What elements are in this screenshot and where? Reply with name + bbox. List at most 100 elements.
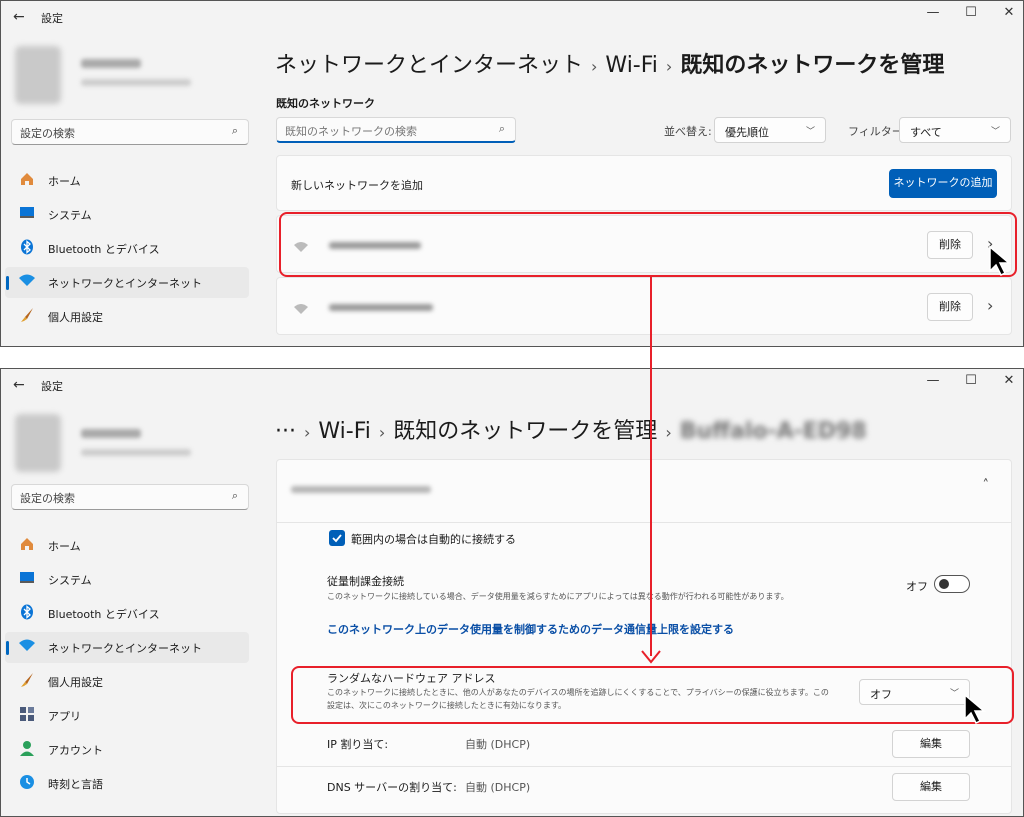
app-title: 設定 xyxy=(41,12,63,25)
minimize-button[interactable]: — xyxy=(923,5,943,20)
sidebar-item-bluetooth[interactable]: Bluetooth とデバイス xyxy=(5,598,249,629)
metered-description: このネットワークに接続している場合、データ使用量を減らすためにアプリによっては異… xyxy=(327,592,789,601)
add-network-button[interactable]: ネットワークの追加 xyxy=(889,169,997,198)
chevron-up-icon[interactable]: ˄ xyxy=(983,478,990,493)
sidebar-item-label: システム xyxy=(48,574,92,587)
clock-icon xyxy=(18,774,36,792)
profile-email xyxy=(81,449,191,456)
ip-value: 自動 (DHCP) xyxy=(465,738,531,751)
sidebar-item-label: Bluetooth とデバイス xyxy=(48,608,160,621)
chevron-right-icon[interactable]: › xyxy=(987,296,993,315)
network-properties-card: ˄ 範囲内の場合は自動的に接続する 従量制課金接続 このネットワークに接続してい… xyxy=(276,459,1012,814)
sidebar-item-label: ホーム xyxy=(48,175,81,188)
network-row[interactable]: 削除 › xyxy=(276,277,1012,335)
selection-indicator xyxy=(6,641,9,655)
settings-search-input[interactable]: 設定の検索 ⌕ xyxy=(11,119,249,145)
close-button[interactable]: ✕ xyxy=(999,373,1019,388)
back-button[interactable]: ← xyxy=(13,9,25,25)
sidebar-item-label: ネットワークとインターネット xyxy=(48,277,202,290)
sidebar-item-system[interactable]: システム xyxy=(5,564,249,595)
system-icon xyxy=(18,205,36,223)
avatar xyxy=(15,46,61,104)
sidebar-item-system[interactable]: システム xyxy=(5,199,249,230)
breadcrumb-known-networks[interactable]: 既知のネットワークを管理 xyxy=(393,419,657,444)
sidebar-item-time-language[interactable]: 時刻と言語 xyxy=(5,768,249,799)
app-title: 設定 xyxy=(41,380,63,393)
section-title: 既知のネットワーク xyxy=(276,97,375,110)
sidebar-item-home[interactable]: ホーム xyxy=(5,530,249,561)
breadcrumb-network[interactable]: ネットワークとインターネット xyxy=(275,53,583,78)
data-limit-link[interactable]: このネットワーク上のデータ使用量を制御するためのデータ通信量上限を設定する xyxy=(327,621,734,637)
sort-dropdown[interactable]: 優先順位 ﹀ xyxy=(714,117,826,143)
sidebar-item-home[interactable]: ホーム xyxy=(5,165,249,196)
auto-connect-label: 範囲内の場合は自動的に接続する xyxy=(351,533,516,546)
selection-indicator xyxy=(6,276,9,290)
sidebar-item-network[interactable]: ネットワークとインターネット xyxy=(5,267,249,298)
search-placeholder: 設定の検索 xyxy=(20,492,75,505)
dns-edit-button[interactable]: 編集 xyxy=(892,773,970,801)
connector-arrow-line xyxy=(650,276,652,656)
breadcrumb: ネットワークとインターネット › Wi-Fi › 既知のネットワークを管理 xyxy=(275,47,944,79)
connector-arrow-head-icon xyxy=(641,650,661,664)
search-icon: ⌕ xyxy=(231,489,238,502)
metered-toggle[interactable] xyxy=(934,575,970,593)
page-title: 既知のネットワークを管理 xyxy=(680,53,945,78)
back-button[interactable]: ← xyxy=(13,377,25,393)
mouse-cursor-icon xyxy=(963,693,989,729)
settings-search-input[interactable]: 設定の検索 ⌕ xyxy=(11,484,249,510)
sidebar-item-personalization[interactable]: 個人用設定 xyxy=(5,666,249,697)
bluetooth-icon xyxy=(18,239,36,257)
sidebar-item-accounts[interactable]: アカウント xyxy=(5,734,249,765)
breadcrumb-wifi[interactable]: Wi-Fi xyxy=(605,53,658,78)
wifi-icon xyxy=(18,273,36,291)
auto-connect-checkbox[interactable] xyxy=(329,530,345,546)
breadcrumb-separator: › xyxy=(665,57,673,76)
sidebar-item-label: Bluetooth とデバイス xyxy=(48,243,160,256)
ip-edit-button[interactable]: 編集 xyxy=(892,730,970,758)
divider xyxy=(277,766,1011,767)
breadcrumb: ··· › Wi-Fi › 既知のネットワークを管理 › Buffalo-A-ED98 xyxy=(275,413,867,445)
settings-window-known-networks: ← 設定 — ☐ ✕ 設定の検索 ⌕ ホーム システム Bluetooth とデ… xyxy=(0,0,1024,347)
sidebar-item-network[interactable]: ネットワークとインターネット xyxy=(5,632,249,663)
properties-header-redacted xyxy=(291,486,431,493)
title-bar: ← 設定 — ☐ ✕ xyxy=(1,369,1023,401)
network-search-input[interactable]: 既知のネットワークの検索 ⌕ xyxy=(276,117,516,143)
maximize-button[interactable]: ☐ xyxy=(961,5,981,20)
sidebar-item-personalization[interactable]: 個人用設定 xyxy=(5,301,249,332)
metered-state: オフ xyxy=(906,580,928,593)
breadcrumb-wifi[interactable]: Wi-Fi xyxy=(318,419,371,444)
close-button[interactable]: ✕ xyxy=(999,5,1019,20)
sidebar-item-label: 個人用設定 xyxy=(48,676,103,689)
chevron-down-icon: ﹀ xyxy=(990,127,1000,137)
search-icon: ⌕ xyxy=(498,122,505,135)
network-search-placeholder: 既知のネットワークの検索 xyxy=(285,125,417,138)
sidebar-item-label: 時刻と言語 xyxy=(48,778,103,791)
sidebar-item-label: ネットワークとインターネット xyxy=(48,642,202,655)
mouse-cursor-icon xyxy=(988,245,1014,281)
delete-button[interactable]: 削除 xyxy=(927,293,973,321)
breadcrumb-separator: › xyxy=(665,423,672,442)
profile-email xyxy=(81,79,191,86)
title-bar: ← 設定 — ☐ ✕ xyxy=(1,1,1023,33)
network-name-redacted xyxy=(329,304,433,311)
breadcrumb-overflow[interactable]: ··· xyxy=(275,419,296,444)
filter-dropdown[interactable]: すべて ﹀ xyxy=(899,117,1011,143)
search-icon: ⌕ xyxy=(231,124,238,137)
sidebar-item-label: アプリ xyxy=(48,710,81,723)
filter-value: すべて xyxy=(910,126,942,139)
brush-icon xyxy=(18,672,36,690)
bluetooth-icon xyxy=(18,604,36,622)
breadcrumb-separator: › xyxy=(378,423,386,442)
page-title-redacted: Buffalo-A-ED98 xyxy=(679,419,867,444)
maximize-button[interactable]: ☐ xyxy=(961,373,981,388)
sidebar-item-apps[interactable]: アプリ xyxy=(5,700,249,731)
dns-value: 自動 (DHCP) xyxy=(465,781,531,794)
sidebar-item-label: アカウント xyxy=(48,744,103,757)
home-icon xyxy=(18,536,36,554)
sidebar-item-bluetooth[interactable]: Bluetooth とデバイス xyxy=(5,233,249,264)
filter-label: フィルター: xyxy=(848,125,907,138)
minimize-button[interactable]: — xyxy=(923,373,943,388)
divider xyxy=(277,522,1011,523)
breadcrumb-separator: › xyxy=(591,57,598,76)
ip-label: IP 割り当て: xyxy=(327,738,389,751)
